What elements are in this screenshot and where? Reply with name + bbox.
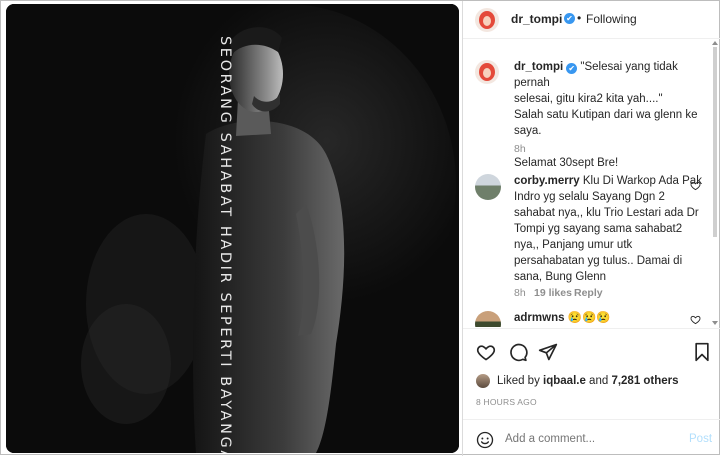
comment-line: nya,, Panjang umur utk (514, 239, 633, 251)
comment-line: Indro yg selalu Sayang Dgn 2 (514, 191, 665, 203)
comment-like-heart-icon[interactable] (690, 314, 701, 325)
share-paper-plane-icon[interactable] (538, 342, 558, 362)
save-bookmark-icon[interactable] (693, 342, 711, 362)
liker-avatar[interactable] (476, 374, 490, 388)
commenter-avatar[interactable] (475, 174, 501, 200)
reply-button[interactable]: Reply (574, 287, 603, 299)
comment-line: persahabatan yg tulus.. Damai di (514, 255, 683, 267)
liked-by-suffix: and (585, 375, 612, 387)
post-modal: SEORANG SAHABAT HADIR SEPERTI BAYANGAN d… (0, 0, 720, 456)
like-heart-icon[interactable] (476, 342, 496, 362)
caption-avatar[interactable] (475, 60, 499, 84)
comment-emoji: 😢😢😢 (567, 312, 611, 324)
header-separator: • (577, 11, 582, 25)
comment-text: corby.merry Klu Di Warkop Ada Pak Indro … (514, 173, 704, 285)
post-comment-button[interactable]: Post (689, 433, 712, 445)
comment-line: sana, Bung Glenn (514, 271, 607, 283)
liked-by-prefix: Liked by (497, 375, 544, 387)
comments-scrollbar[interactable] (711, 39, 719, 327)
verified-badge-icon: ✔ (566, 63, 578, 74)
caption-text-block: dr_tompi ✔ "Selesai yang tidak pernah sel… (514, 59, 710, 171)
comment-bubble-icon[interactable] (508, 342, 528, 362)
commenter-username[interactable]: adrmwns (514, 312, 565, 324)
comment-likes[interactable]: 19 likes (534, 287, 572, 299)
caption-username[interactable]: dr_tompi (514, 61, 563, 73)
commenter-avatar[interactable] (475, 311, 501, 327)
post-image[interactable]: SEORANG SAHABAT HADIR SEPERTI BAYANGAN (6, 4, 459, 453)
caption: dr_tompi ✔ "Selesai yang tidak pernah sel… (463, 39, 711, 169)
liked-by-text: Liked by iqbaal.e and 7,281 others (497, 375, 679, 387)
following-button[interactable]: Following (586, 12, 637, 26)
comment-text: adrmwns 😢😢😢 (514, 310, 611, 326)
post-header: dr_tompi ✔ • Following (463, 1, 720, 39)
liked-by-user[interactable]: iqbaal.e (543, 375, 586, 387)
post-overlay-text: SEORANG SAHABAT HADIR SEPERTI BAYANGAN (217, 36, 233, 453)
caption-time[interactable]: 8h (514, 143, 526, 155)
liked-by-others[interactable]: 7,281 others (611, 375, 678, 387)
add-comment-bar: Post (463, 419, 720, 456)
emoji-smiley-icon[interactable] (476, 431, 494, 449)
comment-line: sahabat nya,, klu Trio Lestari ada Dr (514, 207, 699, 219)
comment-item: corby.merry Klu Di Warkop Ada Pak Indro … (463, 164, 711, 304)
comments-list[interactable]: dr_tompi ✔ "Selesai yang tidak pernah sel… (463, 39, 720, 327)
post-sidebar: dr_tompi ✔ • Following dr_tompi ✔ "Selesa… (463, 1, 720, 456)
commenter-username[interactable]: corby.merry (514, 175, 580, 187)
comment-item: adrmwns 😢😢😢 (463, 307, 711, 327)
add-comment-input[interactable] (505, 430, 675, 448)
comment-line: Klu Di Warkop Ada Pak (582, 175, 702, 187)
comment-like-heart-icon[interactable] (690, 180, 701, 191)
caption-line-2: selesai, gitu kira2 kita yah...." (514, 93, 663, 105)
post-timestamp[interactable]: 8 HOURS AGO (476, 397, 537, 407)
caption-line-3: Salah satu Kutipan dari wa glenn ke saya… (514, 109, 698, 137)
comment-time[interactable]: 8h (514, 287, 526, 299)
author-username[interactable]: dr_tompi (511, 12, 562, 26)
post-actions: Liked by iqbaal.e and 7,281 others 8 HOU… (463, 328, 720, 408)
verified-badge-icon: ✔ (564, 13, 575, 24)
comment-line: Tompi yg sayang sama sahabat2 (514, 223, 683, 235)
author-avatar[interactable] (475, 8, 499, 32)
